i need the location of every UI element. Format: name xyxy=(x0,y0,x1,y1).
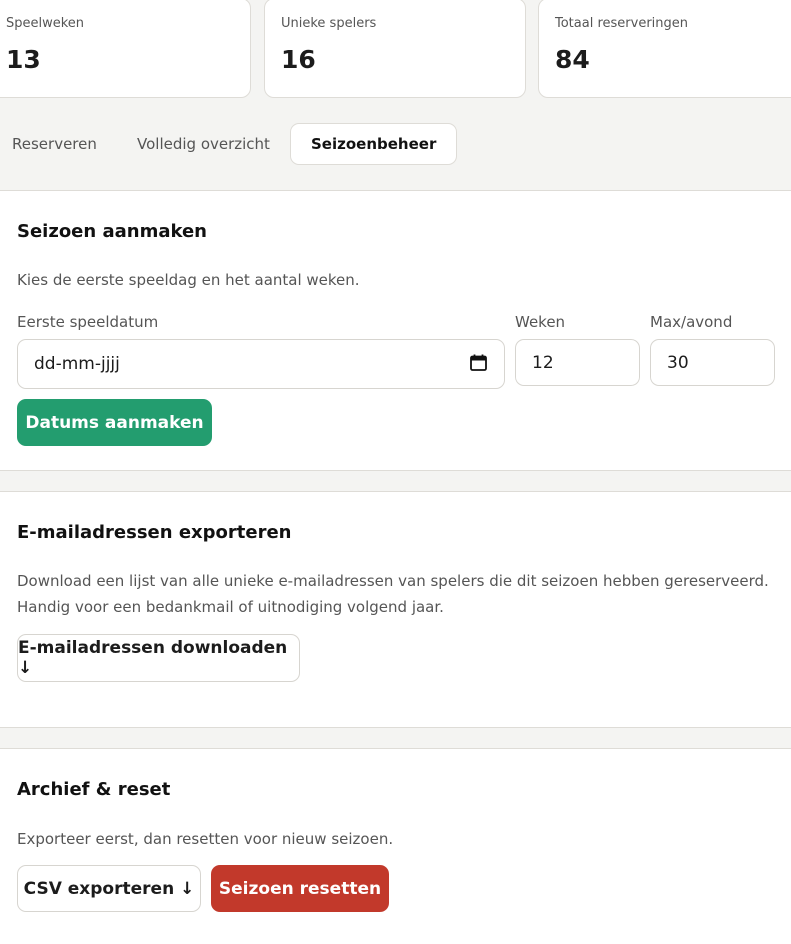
season-management-page: Speelweken 13 Unieke spelers 16 Totaal r… xyxy=(0,0,791,944)
panel-title: E-mailadressen exporteren xyxy=(17,522,292,543)
stat-value: 84 xyxy=(555,45,590,74)
stat-card-unieke-spelers: Unieke spelers 16 xyxy=(264,0,526,98)
start-date-input[interactable]: dd-mm-jjjj xyxy=(17,339,505,389)
stat-card-totaal-reserveringen: Totaal reserveringen 84 xyxy=(538,0,791,98)
panel-description-line-2: Handig voor een bedankmail of uitnodigin… xyxy=(17,598,444,616)
max-value: 30 xyxy=(667,352,689,373)
weeks-value: 12 xyxy=(532,352,554,373)
download-emails-button[interactable]: E-mailadressen downloaden ↓ xyxy=(17,634,300,682)
calendar-icon[interactable] xyxy=(470,354,487,371)
tab-volledig-overzicht[interactable]: Volledig overzicht xyxy=(116,123,291,165)
date-field-label: Eerste speeldatum xyxy=(17,313,159,331)
stat-value: 13 xyxy=(6,45,41,74)
panel-description: Exporteer eerst, dan resetten voor nieuw… xyxy=(17,830,394,848)
panel-description: Kies de eerste speeldag en het aantal we… xyxy=(17,271,360,289)
weeks-input[interactable]: 12 xyxy=(515,339,640,386)
create-season-panel: Seizoen aanmaken Kies de eerste speeldag… xyxy=(0,190,791,471)
stat-label: Totaal reserveringen xyxy=(555,16,689,31)
tab-seizoenbeheer[interactable]: Seizoenbeheer xyxy=(290,123,458,165)
create-dates-button[interactable]: Datums aanmaken xyxy=(17,399,212,446)
panel-title: Seizoen aanmaken xyxy=(17,221,207,242)
export-csv-button[interactable]: CSV exporteren ↓ xyxy=(17,865,201,912)
max-field-label: Max/avond xyxy=(650,313,733,331)
stat-value: 16 xyxy=(281,45,316,74)
export-emails-panel: E-mailadressen exporteren Download een l… xyxy=(0,491,791,728)
date-placeholder: dd-mm-jjjj xyxy=(34,354,120,374)
stat-label: Unieke spelers xyxy=(281,16,377,31)
max-per-evening-input[interactable]: 30 xyxy=(650,339,775,386)
weeks-field-label: Weken xyxy=(515,313,566,331)
stat-card-speelweken: Speelweken 13 xyxy=(0,0,251,98)
panel-description-line-1: Download een lijst van alle unieke e-mai… xyxy=(17,572,769,590)
reset-season-button[interactable]: Seizoen resetten xyxy=(211,865,389,912)
stat-label: Speelweken xyxy=(6,16,85,31)
tab-reserveren[interactable]: Reserveren xyxy=(0,123,118,165)
panel-title: Archief & reset xyxy=(17,779,171,800)
archive-reset-panel: Archief & reset Exporteer eerst, dan res… xyxy=(0,748,791,944)
